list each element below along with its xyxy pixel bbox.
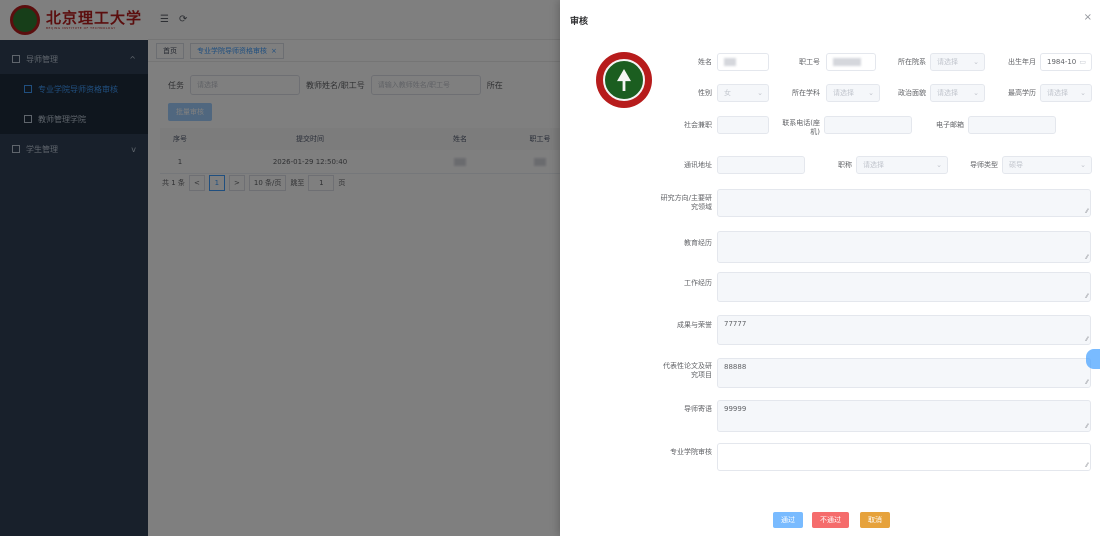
- education-textarea[interactable]: ⁄⁄: [717, 231, 1091, 263]
- address-field[interactable]: [717, 156, 805, 174]
- email-label: 电子邮箱: [936, 121, 964, 129]
- review-drawer: 审核 × 姓名 职工号 所在院系 请选择 ⌄ 出生年月 1984-10 ▭ 性别 女…: [560, 0, 1100, 536]
- modal-overlay[interactable]: [0, 0, 560, 536]
- drawer-title: 审核: [570, 17, 589, 27]
- message-value: 99999: [724, 405, 747, 413]
- chevron-down-icon: ⌄: [973, 89, 979, 97]
- staff-id-field[interactable]: [826, 53, 876, 71]
- resize-grip-icon: ⁄⁄: [1085, 208, 1088, 215]
- resize-grip-icon: ⁄⁄: [1085, 379, 1088, 386]
- resize-grip-icon: ⁄⁄: [1085, 423, 1088, 430]
- chevron-down-icon: ⌄: [868, 89, 874, 97]
- subject-select[interactable]: 请选择 ⌄: [826, 84, 880, 102]
- tutor-type-select[interactable]: 硕导 ⌄: [1002, 156, 1092, 174]
- papers-textarea[interactable]: 88888 ⁄⁄: [717, 358, 1091, 388]
- college-label: 所在院系: [898, 58, 926, 66]
- education-label: 教育经历: [684, 239, 712, 247]
- political-select[interactable]: 请选择 ⌄: [930, 84, 985, 102]
- work-textarea[interactable]: ⁄⁄: [717, 272, 1091, 302]
- staff-id-label: 职工号: [799, 58, 820, 66]
- social-label: 社会兼职: [684, 121, 712, 129]
- review-label: 专业学院审核: [670, 448, 712, 456]
- job-title-label: 职称: [838, 161, 852, 169]
- tutor-type-value: 硕导: [1009, 161, 1023, 169]
- tutor-type-label: 导师类型: [970, 161, 998, 169]
- name-label: 姓名: [698, 58, 712, 66]
- review-opinion-textarea[interactable]: ⁄⁄: [717, 443, 1091, 471]
- reject-button[interactable]: 不通过: [812, 512, 849, 528]
- papers-label: 代表性论文及研究项目: [663, 362, 712, 379]
- resize-grip-icon: ⁄⁄: [1085, 462, 1088, 469]
- message-label: 导师寄语: [684, 405, 712, 413]
- address-label: 通讯地址: [684, 161, 712, 169]
- work-label: 工作经历: [684, 279, 712, 287]
- papers-value: 88888: [724, 363, 747, 371]
- phone-label: 联系电话(座机): [782, 119, 820, 136]
- college-placeholder: 请选择: [937, 58, 958, 66]
- calendar-icon: ▭: [1079, 58, 1086, 66]
- subject-label: 所在学科: [792, 89, 820, 97]
- gender-value: 女: [724, 89, 731, 97]
- achievement-label: 成果与荣誉: [677, 321, 712, 329]
- resize-grip-icon: ⁄⁄: [1085, 336, 1088, 343]
- chevron-down-icon: ⌄: [1080, 161, 1086, 169]
- resize-grip-icon: ⁄⁄: [1085, 254, 1088, 261]
- name-field[interactable]: [717, 53, 769, 71]
- university-emblem-icon: [596, 52, 652, 108]
- phone-field[interactable]: [824, 116, 912, 134]
- college-select[interactable]: 请选择 ⌄: [930, 53, 985, 71]
- achievement-value: 77777: [724, 320, 747, 328]
- resize-grip-icon: ⁄⁄: [1085, 293, 1088, 300]
- achievement-textarea[interactable]: 77777 ⁄⁄: [717, 315, 1091, 345]
- chevron-down-icon: ⌄: [1080, 89, 1086, 97]
- gender-select[interactable]: 女 ⌄: [717, 84, 769, 102]
- email-field[interactable]: [968, 116, 1056, 134]
- birth-date-picker[interactable]: 1984-10 ▭: [1040, 53, 1092, 71]
- chevron-down-icon: ⌄: [936, 161, 942, 169]
- political-placeholder: 请选择: [937, 89, 958, 97]
- close-icon[interactable]: ×: [1084, 12, 1092, 23]
- degree-select[interactable]: 请选择 ⌄: [1040, 84, 1092, 102]
- chevron-down-icon: ⌄: [973, 58, 979, 66]
- birth-value: 1984-10: [1047, 58, 1077, 66]
- degree-placeholder: 请选择: [1047, 89, 1068, 97]
- research-label: 研究方向/主要研究领域: [660, 194, 712, 211]
- subject-placeholder: 请选择: [833, 89, 854, 97]
- pass-button[interactable]: 通过: [773, 512, 803, 528]
- degree-label: 最高学历: [1008, 89, 1036, 97]
- cancel-button[interactable]: 取消: [860, 512, 890, 528]
- political-label: 政治面貌: [898, 89, 926, 97]
- birth-label: 出生年月: [1008, 58, 1036, 66]
- message-textarea[interactable]: 99999 ⁄⁄: [717, 400, 1091, 432]
- job-title-placeholder: 请选择: [863, 161, 884, 169]
- job-title-select[interactable]: 请选择 ⌄: [856, 156, 948, 174]
- social-field[interactable]: [717, 116, 769, 134]
- gender-label: 性别: [698, 89, 712, 97]
- floating-helper-tab[interactable]: [1086, 349, 1100, 369]
- research-textarea[interactable]: ⁄⁄: [717, 189, 1091, 217]
- chevron-down-icon: ⌄: [757, 89, 763, 97]
